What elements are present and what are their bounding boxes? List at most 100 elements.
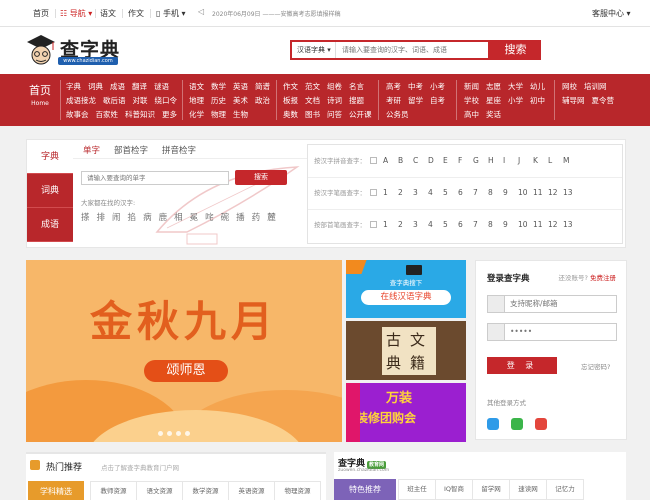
link-cell[interactable]: 英语资源 [228, 481, 275, 500]
nav-link[interactable]: 公开课 [349, 108, 372, 122]
index-key[interactable]: H [488, 156, 503, 165]
nav-link[interactable]: 字典 [66, 80, 81, 94]
notice-text[interactable]: 2020年06月09日 ———安徽高考志愿填报样稿 [212, 9, 340, 18]
index-key[interactable]: 13 [563, 220, 578, 229]
search-button[interactable]: 搜索 [490, 40, 541, 60]
index-key[interactable]: 7 [473, 220, 488, 229]
nav-link[interactable]: 语文 [189, 80, 204, 94]
history-char[interactable]: 药 [252, 211, 261, 223]
index-key[interactable]: 6 [458, 220, 473, 229]
side-tab-dictionary[interactable]: 字典 [27, 140, 73, 174]
weibo-icon[interactable] [535, 418, 547, 430]
nav-link[interactable]: 作文 [283, 80, 298, 94]
index-key[interactable]: 8 [488, 220, 503, 229]
feature-tab[interactable]: 特色推荐 [334, 479, 396, 500]
nav-link[interactable]: 绕口令 [155, 94, 178, 108]
index-key[interactable]: K [533, 156, 548, 165]
index-key[interactable]: 9 [503, 220, 518, 229]
history-char[interactable]: 相 [174, 211, 183, 223]
nav-link[interactable]: 名言 [349, 80, 364, 94]
nav-link[interactable]: 培训网 [584, 80, 607, 94]
char-search-button[interactable]: 搜索 [235, 170, 287, 185]
scholar-cap-icon[interactable] [26, 33, 56, 67]
expand-toggle-icon[interactable] [370, 220, 377, 228]
history-char[interactable]: 麓 [267, 211, 276, 223]
index-key[interactable]: 1 [383, 220, 398, 229]
nav-link[interactable]: 问答 [327, 108, 342, 122]
nav-link[interactable]: 考研 [386, 94, 401, 108]
history-char[interactable]: 咤 [205, 211, 214, 223]
ad-classics[interactable]: 古 文 典 籍 [346, 321, 466, 380]
nav-link[interactable]: 更多 [162, 108, 177, 122]
index-key[interactable]: 8 [488, 188, 503, 197]
index-key[interactable]: 2 [398, 188, 413, 197]
nav-link[interactable]: 小学 [508, 94, 523, 108]
promo-banner[interactable]: 金秋九月 颂师恩 [26, 260, 342, 442]
nav-link[interactable]: 高中 [464, 108, 479, 122]
nav-link[interactable]: 科普知识 [125, 108, 155, 122]
index-key[interactable]: J [518, 156, 533, 165]
top-link-mobile[interactable]: ▯ 手机 ▾ [156, 8, 186, 19]
nav-link[interactable]: 翻译 [132, 80, 147, 94]
history-char[interactable]: 掐 [128, 211, 137, 223]
link-cell[interactable]: 班主任 [398, 479, 436, 500]
index-key[interactable]: 3 [413, 188, 428, 197]
index-key[interactable]: 4 [428, 188, 443, 197]
index-key[interactable]: B [398, 156, 413, 165]
link-cell[interactable]: 速读网 [509, 479, 547, 500]
nav-link[interactable]: 留学 [408, 94, 423, 108]
nav-link[interactable]: 化学 [189, 108, 204, 122]
index-key[interactable]: F [458, 156, 473, 165]
top-link-chinese[interactable]: 语文 [100, 8, 116, 19]
index-key[interactable]: G [473, 156, 488, 165]
side-tab-idioms[interactable]: 成语 [27, 208, 73, 242]
ad-online-dictionary[interactable]: 查字典搜下 在线汉语字典 [346, 260, 466, 318]
side-tab-words[interactable]: 词典 [27, 174, 73, 208]
qq-icon[interactable] [487, 418, 499, 430]
nav-link[interactable]: 对联 [133, 94, 148, 108]
index-key[interactable]: 11 [533, 220, 548, 229]
nav-link[interactable]: 板报 [283, 94, 298, 108]
index-key[interactable]: 7 [473, 188, 488, 197]
wechat-icon[interactable] [511, 418, 523, 430]
nav-link[interactable]: 新闻 [464, 80, 479, 94]
index-key[interactable]: 5 [443, 220, 458, 229]
index-key[interactable]: 12 [548, 220, 563, 229]
nav-home[interactable]: 首页 Home [22, 82, 58, 107]
index-key[interactable]: 4 [428, 220, 443, 229]
nav-link[interactable]: 物理 [211, 108, 226, 122]
nav-link[interactable]: 词典 [88, 80, 103, 94]
nav-link[interactable]: 中考 [408, 80, 423, 94]
index-key[interactable]: C [413, 156, 428, 165]
history-char[interactable]: 搽 [81, 211, 90, 223]
search-input[interactable] [338, 42, 488, 58]
index-key[interactable]: 9 [503, 188, 518, 197]
nav-link[interactable]: 历史 [211, 94, 226, 108]
nav-link[interactable]: 数学 [211, 80, 226, 94]
banner-dot[interactable] [167, 431, 172, 436]
nav-link[interactable]: 网校 [562, 80, 577, 94]
ad-renovation[interactable]: 万装 装修团购会 [346, 383, 466, 442]
nav-link[interactable]: 高考 [386, 80, 401, 94]
banner-dot[interactable] [158, 431, 163, 436]
index-key[interactable]: 11 [533, 188, 548, 197]
nav-link[interactable]: 星座 [486, 94, 501, 108]
nav-link[interactable]: 文档 [305, 94, 320, 108]
top-link-essay[interactable]: 作文 [128, 8, 144, 19]
nav-link[interactable]: 地理 [189, 94, 204, 108]
index-key[interactable]: 2 [398, 220, 413, 229]
index-key[interactable]: I [503, 156, 518, 165]
top-link-home[interactable]: 首页 [33, 8, 49, 19]
nav-link[interactable]: 故事会 [66, 108, 89, 122]
history-char[interactable]: 碗 [221, 211, 230, 223]
top-nav-menu[interactable]: ☷ 导航 ▾ [60, 8, 92, 19]
nav-link[interactable]: 奖话 [486, 108, 501, 122]
nav-link[interactable]: 搜题 [349, 94, 364, 108]
index-key[interactable]: L [548, 156, 563, 165]
nav-link[interactable]: 诗词 [327, 94, 342, 108]
history-char[interactable]: 冕 [190, 211, 199, 223]
nav-link[interactable]: 自考 [430, 94, 445, 108]
link-cell[interactable]: 教师资源 [90, 481, 137, 500]
nav-link[interactable]: 公务员 [386, 108, 409, 122]
index-key[interactable]: 1 [383, 188, 398, 197]
